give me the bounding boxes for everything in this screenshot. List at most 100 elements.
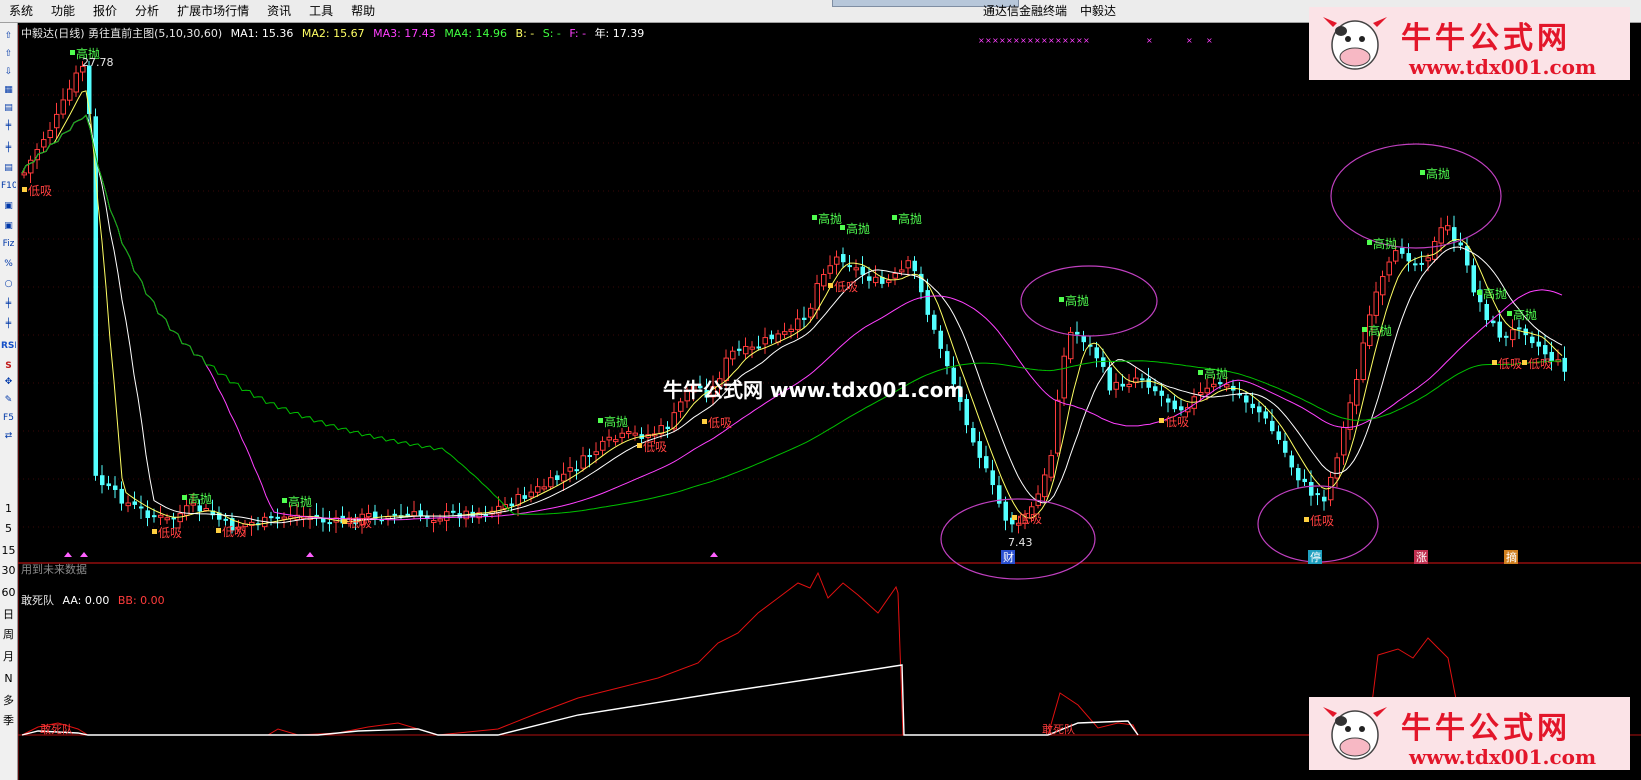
candle-body — [932, 314, 937, 330]
period-button-9[interactable]: 多 — [1, 693, 16, 708]
down-arrow-icon[interactable]: ⇩ — [1, 65, 16, 80]
period-button-7[interactable]: 月 — [1, 649, 16, 664]
x-marker-icon: × — [992, 36, 999, 45]
candle-body — [1562, 357, 1567, 372]
candle-body — [1061, 355, 1067, 399]
menu-item-7[interactable]: 帮助 — [342, 0, 384, 23]
candle-body — [841, 254, 846, 263]
sell-label: 高抛 — [604, 414, 628, 429]
buy-label: 低吸 — [158, 526, 182, 540]
candle-body — [587, 455, 592, 458]
candle-body — [1530, 336, 1535, 344]
event-tag-text: 停 — [1310, 550, 1321, 564]
candle-body — [1048, 455, 1054, 478]
candle-body — [912, 260, 917, 272]
bb-indicator-line — [21, 664, 1139, 736]
menu-item-5[interactable]: 资讯 — [258, 0, 300, 23]
candle-body — [737, 348, 742, 351]
move-icon[interactable]: ✥ — [1, 375, 16, 390]
pen-icon[interactable]: ✎ — [1, 393, 16, 408]
candle-body — [1347, 402, 1353, 430]
menu-item-3[interactable]: 分析 — [126, 0, 168, 23]
candle-body — [1257, 406, 1262, 413]
menu-item-6[interactable]: 工具 — [300, 0, 342, 23]
buy-marker-icon — [637, 443, 642, 448]
s-icon[interactable]: S — [1, 359, 16, 374]
candle-body — [437, 518, 443, 522]
candle-body — [41, 139, 47, 148]
sell-label: 高抛 — [188, 491, 212, 506]
period-button-10[interactable]: 季 — [1, 713, 16, 728]
percent-icon[interactable]: % — [1, 257, 16, 272]
up-arrow-icon[interactable]: ⇧ — [1, 47, 16, 62]
candle-body — [827, 265, 833, 274]
sell-marker-icon — [892, 215, 897, 220]
candle-body — [665, 426, 670, 430]
candle-body — [275, 516, 280, 519]
f5-icon[interactable]: F5 — [1, 411, 16, 426]
circle-icon[interactable]: ○ — [1, 277, 16, 292]
buy-label: 低吸 — [1310, 514, 1334, 528]
ma3-value: MA3: 17.43 — [373, 27, 436, 40]
period-button-3[interactable]: 30 — [1, 563, 16, 578]
candle-body — [632, 432, 638, 436]
kline-icon[interactable]: ╪ — [1, 317, 16, 332]
sell-label: 高抛 — [1204, 366, 1228, 381]
period-button-8[interactable]: N — [1, 671, 16, 686]
f10-icon[interactable]: F10 — [1, 179, 16, 194]
candle-body — [158, 514, 164, 518]
grid-icon[interactable]: ▦ — [1, 83, 16, 98]
logo-url: www.tdx001.com — [1409, 745, 1597, 769]
sell-marker-icon — [1477, 290, 1482, 295]
sell-marker-icon — [1367, 240, 1372, 245]
candle-body — [1419, 262, 1424, 265]
candle-body — [1438, 227, 1444, 244]
candle-body — [1373, 291, 1379, 316]
up-arrow-icon[interactable]: ⇧ — [1, 29, 16, 44]
candle-body — [1380, 276, 1386, 296]
candle-body — [1393, 250, 1399, 262]
menu-item-4[interactable]: 扩展市场行情 — [168, 0, 258, 23]
fiz-icon[interactable]: Fiz — [1, 237, 16, 252]
period-button-1[interactable]: 5 — [1, 521, 16, 536]
period-button-4[interactable]: 60 — [1, 585, 16, 600]
kline-icon[interactable]: ╪ — [1, 141, 16, 156]
candle-body — [769, 334, 774, 340]
menu-item-0[interactable]: 系统 — [0, 0, 42, 23]
menu-item-1[interactable]: 功能 — [42, 0, 84, 23]
candle-body — [1224, 384, 1230, 388]
terminal-name: 通达信金融终端 — [983, 4, 1068, 18]
sell-marker-icon — [1059, 297, 1064, 302]
info-icon[interactable]: ▣ — [1, 219, 16, 234]
candle-body — [873, 276, 879, 284]
period-button-5[interactable]: 日 — [1, 607, 16, 622]
x-marker-icon: × — [1146, 36, 1153, 45]
candle-body — [756, 346, 761, 349]
buy-label: 低吸 — [1018, 512, 1042, 526]
candle-body — [451, 510, 456, 513]
chart-icon[interactable]: ▤ — [1, 161, 16, 176]
gsd-signal-label: 敢死队 — [1042, 722, 1075, 736]
candle-body — [1042, 474, 1048, 498]
candle-body — [1003, 501, 1008, 521]
switch-icon[interactable]: ⇄ — [1, 429, 16, 444]
chart-icon[interactable]: ▤ — [1, 101, 16, 116]
sub-chart-info: 敢死队 AA: 0.00 BB: 0.00 — [21, 592, 170, 608]
period-button-0[interactable]: 1 — [1, 501, 16, 516]
period-button-6[interactable]: 周 — [1, 627, 16, 642]
x-marker-icon: × — [985, 36, 992, 45]
candle-body — [1120, 383, 1125, 387]
candle-body — [1270, 420, 1275, 432]
kline-icon[interactable]: ╪ — [1, 119, 16, 134]
candle-body — [821, 274, 827, 287]
menu-item-2[interactable]: 报价 — [84, 0, 126, 23]
ma3-line — [21, 114, 1563, 521]
rsi-icon[interactable]: RSI — [1, 339, 16, 354]
candle-body — [411, 511, 417, 517]
candle-body — [1354, 379, 1360, 406]
kline-icon[interactable]: ╪ — [1, 297, 16, 312]
period-button-2[interactable]: 15 — [1, 543, 16, 558]
candle-body — [164, 517, 170, 521]
info-icon[interactable]: ▣ — [1, 199, 16, 214]
candle-body — [984, 456, 989, 469]
